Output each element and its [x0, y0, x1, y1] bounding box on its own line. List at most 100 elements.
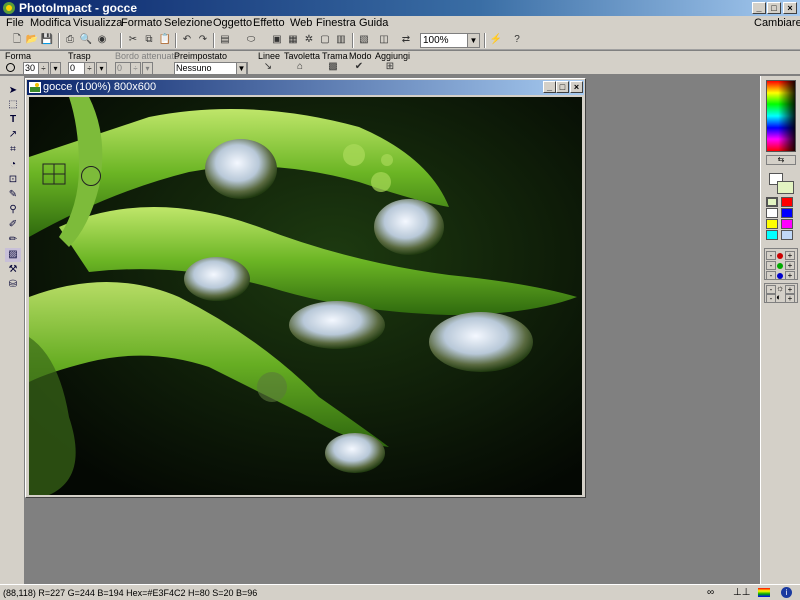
- path-icon[interactable]: ◔: [5, 158, 21, 172]
- dropdown-icon[interactable]: ▾: [96, 62, 107, 75]
- layer-icon[interactable]: ▤: [218, 33, 232, 47]
- green-minus-button[interactable]: -: [766, 261, 776, 270]
- add-icon[interactable]: ⊞: [383, 60, 397, 74]
- photo-canvas[interactable]: [29, 97, 582, 495]
- capture-icon[interactable]: ▧: [357, 33, 371, 47]
- doc-maximize-button[interactable]: □: [556, 81, 569, 93]
- print-icon[interactable]: ⎙: [63, 33, 77, 47]
- green-plus-button[interactable]: +: [785, 261, 795, 270]
- status-bar: (88,118) R=227 G=244 B=194 Hex=#E3F4C2 H…: [0, 584, 800, 600]
- eraser-icon[interactable]: ▨: [5, 248, 21, 262]
- spin-icon[interactable]: ÷: [84, 62, 95, 75]
- menu-formato[interactable]: Formato: [121, 17, 162, 29]
- swap-icon[interactable]: ⇆: [766, 155, 796, 165]
- dropdown-icon[interactable]: ▾: [50, 62, 61, 75]
- redo-icon[interactable]: ↷: [196, 33, 210, 47]
- save-icon[interactable]: 💾: [40, 33, 54, 47]
- texture-icon[interactable]: ▩: [326, 60, 340, 74]
- info-icon[interactable]: i: [781, 587, 792, 598]
- zoom-select[interactable]: 100% ▼: [420, 33, 480, 48]
- menu-oggetto[interactable]: Oggetto: [213, 17, 252, 29]
- zoom-icon[interactable]: ⚲: [5, 203, 21, 217]
- cut-icon[interactable]: ✂: [126, 33, 140, 47]
- stamp-icon[interactable]: ⛁: [5, 278, 21, 292]
- fill-icon[interactable]: ✏: [5, 233, 21, 247]
- swatch-light-blue[interactable]: [781, 230, 793, 240]
- effects-icon[interactable]: ✲: [302, 33, 316, 47]
- select-icon[interactable]: ⬚: [5, 98, 21, 112]
- dropdown-icon[interactable]: ▾: [142, 62, 153, 75]
- paint-icon[interactable]: ✐: [5, 218, 21, 232]
- contrast-plus-button[interactable]: +: [785, 294, 795, 303]
- arrow-icon[interactable]: ➤: [5, 84, 21, 98]
- menu-file[interactable]: File: [6, 17, 24, 29]
- red-dot-icon: [777, 253, 783, 259]
- menu-modifica[interactable]: Modifica: [30, 17, 71, 29]
- swatch-magenta[interactable]: [781, 219, 793, 229]
- undo-icon[interactable]: ↶: [180, 33, 194, 47]
- preview-icon[interactable]: 🔍: [79, 33, 93, 47]
- export-icon[interactable]: ⇄: [399, 33, 413, 47]
- swatch-white[interactable]: [766, 208, 778, 218]
- brightness-minus-button[interactable]: -: [766, 285, 776, 294]
- tablet-icon[interactable]: ⌂: [293, 60, 307, 74]
- menu-guida[interactable]: Guida: [359, 17, 388, 29]
- menu-visualizza[interactable]: Visualizza: [73, 17, 122, 29]
- web-icon[interactable]: ◫: [377, 33, 391, 47]
- retouch-icon[interactable]: ⚒: [5, 263, 21, 277]
- lines-icon[interactable]: ↘: [261, 60, 275, 74]
- crop-icon[interactable]: ⌗: [5, 143, 21, 157]
- menu-cambiare[interactable]: Cambiare: [754, 17, 800, 29]
- menu-web[interactable]: Web: [290, 17, 312, 29]
- scan-icon[interactable]: ◉: [95, 33, 109, 47]
- doc-close-button[interactable]: ×: [570, 81, 583, 93]
- minimize-button[interactable]: _: [752, 2, 766, 14]
- grid-icon[interactable]: ▦: [286, 33, 300, 47]
- clone-icon[interactable]: ⊡: [5, 173, 21, 187]
- help-icon[interactable]: ?: [510, 33, 524, 47]
- menu-bar: File Modifica Visualizza Formato Selezio…: [0, 16, 800, 30]
- menu-effetto[interactable]: Effetto: [253, 17, 285, 29]
- brightness-plus-button[interactable]: +: [785, 285, 795, 294]
- blue-plus-button[interactable]: +: [785, 271, 795, 280]
- blue-minus-button[interactable]: -: [766, 271, 776, 280]
- panel-icon[interactable]: ▥: [334, 33, 348, 47]
- link-icon[interactable]: ∞: [707, 587, 714, 598]
- foreground-color-swatch[interactable]: [777, 181, 794, 194]
- spin-icon[interactable]: ÷: [130, 62, 141, 75]
- text-icon[interactable]: T: [5, 113, 21, 127]
- preimpostato-value: Nessuno: [176, 63, 212, 73]
- optimize-icon[interactable]: ⚡: [489, 33, 503, 47]
- image-icon[interactable]: ▣: [270, 33, 284, 47]
- red-plus-button[interactable]: +: [785, 251, 795, 260]
- transform-icon[interactable]: ↗: [5, 128, 21, 142]
- color-spectrum[interactable]: [766, 80, 796, 152]
- picker-icon[interactable]: ✎: [5, 188, 21, 202]
- doc-minimize-button[interactable]: _: [543, 81, 556, 93]
- app-titlebar: PhotoImpact - gocce _ □ ×: [0, 0, 800, 16]
- close-button[interactable]: ×: [783, 2, 797, 14]
- menu-finestra[interactable]: Finestra: [316, 17, 356, 29]
- swatch-light-green[interactable]: [766, 197, 778, 207]
- chevron-down-icon[interactable]: ▼: [236, 62, 247, 75]
- copy-icon[interactable]: ⧉: [142, 33, 156, 47]
- contrast-minus-button[interactable]: -: [766, 294, 776, 303]
- frame-icon[interactable]: ▢: [318, 33, 332, 47]
- swatch-cyan[interactable]: [766, 230, 778, 240]
- color-mode-icon[interactable]: [758, 588, 770, 597]
- swatch-yellow[interactable]: [766, 219, 778, 229]
- mode-icon[interactable]: ✔: [352, 60, 366, 74]
- swatch-blue[interactable]: [781, 208, 793, 218]
- paste-icon[interactable]: 📋: [158, 33, 172, 47]
- open-icon[interactable]: 📂: [25, 33, 39, 47]
- chevron-down-icon[interactable]: ▼: [467, 34, 479, 47]
- red-minus-button[interactable]: -: [766, 251, 776, 260]
- menu-selezione[interactable]: Selezione: [164, 17, 212, 29]
- maximize-button[interactable]: □: [767, 2, 781, 14]
- group-icon[interactable]: ⬭: [244, 33, 258, 47]
- ruler-icon[interactable]: ⊥⊥: [733, 587, 750, 598]
- swatch-red[interactable]: [781, 197, 793, 207]
- spin-icon[interactable]: ÷: [38, 62, 49, 75]
- new-icon[interactable]: 🗋: [10, 33, 24, 47]
- circle-shape-icon[interactable]: [6, 63, 15, 72]
